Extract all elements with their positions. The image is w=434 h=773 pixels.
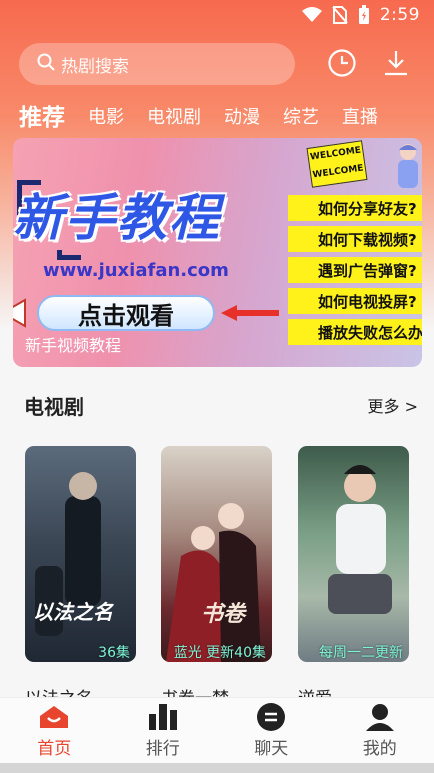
faq-item: 如何电视投屏? — [288, 288, 422, 314]
faq-list: 如何分享好友? 如何下载视频? 遇到广告弹窗? 如何电视投屏? 播放失败怎么办 — [288, 195, 422, 350]
banner-caption: 新手视频教程 — [25, 336, 122, 355]
banner-url: www.juxiafan.com — [43, 260, 229, 281]
drama-card[interactable]: 书卷 蓝光 更新40集 书卷一梦 — [161, 446, 272, 709]
chat-icon — [256, 702, 286, 732]
nav-profile[interactable]: 我的 — [326, 698, 434, 763]
home-icon — [38, 702, 70, 732]
welcome-sign: WELCOME WELCOME — [306, 140, 368, 188]
nav-label: 首页 — [37, 739, 72, 759]
nav-chat[interactable]: 聊天 — [217, 698, 326, 763]
nav-ranking[interactable]: 排行 — [109, 698, 218, 763]
nav-label: 我的 — [362, 739, 397, 759]
status-time: 2:59 — [379, 5, 420, 25]
battery-icon — [358, 5, 370, 25]
nav-label: 聊天 — [254, 739, 289, 759]
tab-movies[interactable]: 电影 — [88, 104, 124, 132]
drama-card[interactable]: 以法之名 36集 以法之名 — [25, 446, 136, 709]
more-link[interactable]: 更多 > — [368, 393, 419, 417]
banner-title: 新手教程 — [13, 189, 221, 247]
banner-watch-button[interactable]: 点击观看 — [37, 295, 215, 331]
poster-image: 书卷 蓝光 更新40集 — [161, 446, 272, 662]
section-title: 电视剧 — [24, 394, 84, 419]
no-sim-icon — [332, 6, 348, 24]
poster-title-art: 书卷 — [201, 602, 246, 627]
poster-image: 每周一二更新 — [298, 446, 409, 662]
nav-home[interactable]: 首页 — [0, 698, 109, 763]
episode-badge: 蓝光 更新40集 — [173, 645, 266, 661]
search-input[interactable]: 热剧搜索 — [19, 43, 295, 85]
tab-variety[interactable]: 综艺 — [283, 104, 319, 132]
history-clock-icon[interactable] — [326, 47, 358, 79]
bottom-navigation: 首页 排行 聊天 我的 — [0, 697, 434, 763]
profile-icon — [365, 702, 395, 732]
search-row: 热剧搜索 — [19, 42, 419, 86]
tab-anime[interactable]: 动漫 — [224, 104, 260, 132]
ranking-icon — [148, 702, 178, 732]
episode-badge: 每周一二更新 — [319, 645, 403, 661]
download-icon[interactable] — [381, 47, 411, 79]
search-placeholder: 热剧搜索 — [61, 56, 129, 77]
tv-card-list: 以法之名 36集 以法之名 书卷 蓝光 更新40集 书卷一梦 每周一二更 — [25, 446, 434, 709]
banner-bracket-decoration — [57, 250, 81, 260]
tab-recommend[interactable]: 推荐 — [19, 104, 65, 132]
tutorial-banner[interactable]: 新手教程 www.juxiafan.com 点击观看 新手视频教程 WELCOM… — [13, 138, 422, 367]
megaphone-icon — [13, 298, 27, 332]
poster-title-art: 以法之名 — [33, 600, 113, 624]
tab-tv-series[interactable]: 电视剧 — [147, 104, 201, 132]
drama-card[interactable]: 每周一二更新 逆爱 — [298, 446, 409, 709]
poster-image: 以法之名 36集 — [25, 446, 136, 662]
faq-item: 播放失败怎么办 — [288, 319, 422, 345]
episode-badge: 36集 — [98, 645, 130, 661]
search-icon — [37, 53, 55, 76]
faq-item: 如何分享好友? — [288, 195, 422, 221]
nav-label: 排行 — [145, 739, 180, 759]
category-tabs: 推荐 电影 电视剧 动漫 综艺 直播 — [19, 98, 434, 132]
faq-item: 遇到广告弹窗? — [288, 257, 422, 283]
status-bar: 2:59 — [0, 0, 434, 30]
arrow-left-icon — [221, 303, 279, 327]
faq-item: 如何下载视频? — [288, 226, 422, 252]
wifi-icon — [301, 7, 322, 23]
system-nav-bar — [0, 763, 434, 773]
tv-section-header: 电视剧 更多 > — [24, 390, 418, 420]
tab-live[interactable]: 直播 — [342, 104, 378, 132]
mascot-figure-icon — [393, 142, 422, 190]
